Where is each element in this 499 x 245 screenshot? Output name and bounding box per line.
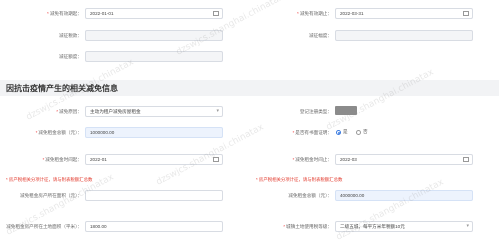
reduction-reason-select[interactable]: 主动为租户减免房屋租金 ▾ bbox=[85, 106, 223, 117]
section-header: 因抗击疫情产生的相关减免信息 bbox=[0, 80, 499, 96]
chevron-down-icon: ▾ bbox=[216, 108, 219, 114]
reduction-rate-label: 减征幅度： bbox=[309, 33, 332, 38]
chevron-down-icon: ▾ bbox=[466, 223, 469, 229]
redacted-value bbox=[335, 106, 357, 115]
rent-total-input[interactable]: 1000000.00 bbox=[85, 127, 223, 138]
reduction-amount-label: 减征额度： bbox=[59, 54, 82, 59]
land-area-label: 减免租金房产所在土地面积（平米）： bbox=[6, 224, 82, 229]
calendar-icon bbox=[463, 11, 469, 16]
validity-end-label: *减免有效期止： bbox=[297, 11, 332, 16]
warning-right: * 房产税相关分项计征，请与附表税额汇总数 bbox=[256, 177, 343, 182]
reduction-rate-input[interactable] bbox=[335, 30, 473, 41]
rent-start-label: *减免租金时间起： bbox=[42, 157, 82, 162]
validity-start-label: *减免有效期起： bbox=[47, 11, 82, 16]
calendar-icon bbox=[463, 157, 469, 162]
rent-end-label: *减免租金时间止： bbox=[292, 157, 332, 162]
validity-start-input[interactable]: 2022-01-01 bbox=[85, 8, 223, 19]
rent-amount-label: 减免租金总额（元）： bbox=[288, 193, 332, 198]
tax-reduction-input[interactable] bbox=[85, 30, 223, 41]
land-tax-grade-label: *城镇土地使用税等级： bbox=[283, 224, 332, 229]
property-area-label: 减免租金房产所在面积（元）： bbox=[19, 193, 82, 198]
rent-total-label: *减免租金总额（元）： bbox=[35, 130, 82, 135]
validity-end-input[interactable]: 2022-03-31 bbox=[335, 8, 473, 19]
section-title: 因抗击疫情产生的相关减免信息 bbox=[6, 84, 118, 93]
land-tax-grade-select[interactable]: 二级五城，每平方米年税额10元 ▾ bbox=[335, 221, 473, 232]
land-area-input[interactable]: 1800.00 bbox=[85, 221, 223, 232]
written-proof-label: *是否有书面证明： bbox=[292, 130, 332, 135]
radio-yes-label: 是 bbox=[343, 129, 348, 134]
calendar-icon bbox=[213, 11, 219, 16]
property-area-input[interactable] bbox=[85, 190, 223, 201]
calendar-icon bbox=[213, 157, 219, 162]
radio-yes[interactable] bbox=[336, 130, 341, 135]
rent-amount-input[interactable]: 4000000.00 bbox=[335, 190, 473, 201]
radio-no-label: 否 bbox=[363, 129, 368, 134]
reduction-amount-input[interactable] bbox=[85, 51, 223, 62]
watermark: dzswjcs.shanghai.chinatax bbox=[334, 177, 446, 243]
warning-left: * 房产税相关分项计征，请与附表税额汇总数 bbox=[6, 177, 93, 182]
watermark: dzswjcs.shanghai.chinatax bbox=[324, 67, 436, 133]
reduction-reason-label: *减免原因： bbox=[56, 109, 82, 114]
rent-start-input[interactable]: 2022-01 bbox=[85, 154, 223, 165]
tax-reduction-label: 减征税款： bbox=[59, 33, 82, 38]
registration-type-label: 登记注册类型： bbox=[299, 109, 332, 114]
radio-no[interactable] bbox=[356, 130, 361, 135]
rent-end-input[interactable]: 2022-03 bbox=[335, 154, 473, 165]
